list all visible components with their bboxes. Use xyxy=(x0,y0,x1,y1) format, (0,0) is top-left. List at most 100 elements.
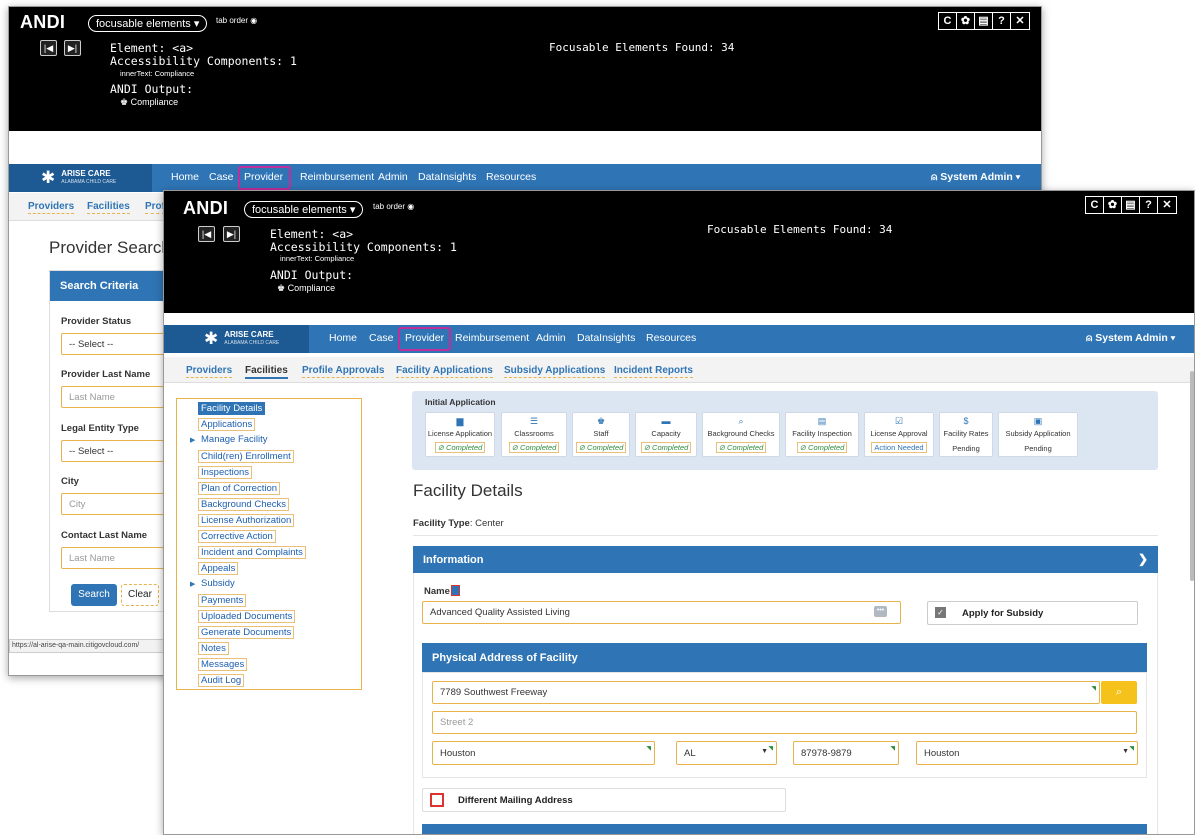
scrollbar[interactable] xyxy=(1190,371,1194,581)
ellipsis-icon[interactable]: ••• xyxy=(874,606,887,617)
contact-lastname-input[interactable]: Last Name xyxy=(61,547,171,569)
caret-down-icon: ▼ xyxy=(1122,748,1129,755)
close-icon[interactable]: ✕ xyxy=(1011,13,1029,29)
sidebar-item-plan-of-correction[interactable]: Plan of Correction xyxy=(198,482,281,495)
facility-type: Facility Type: Center xyxy=(413,518,504,529)
subtab-profile-approvals[interactable]: Profile Approvals xyxy=(302,365,385,378)
sidebar-item-background-checks[interactable]: Background Checks xyxy=(198,498,290,511)
nav-home[interactable]: Home xyxy=(329,332,357,344)
nav-resources[interactable]: Resources xyxy=(486,171,536,183)
search-button[interactable]: Search xyxy=(71,584,117,606)
nav-reimbursement[interactable]: Reimbursement xyxy=(455,332,529,344)
sidebar-item-manage-facility[interactable]: Manage Facility xyxy=(199,434,270,445)
subtab-facilities[interactable]: Facilities xyxy=(245,365,288,379)
step-background-checks[interactable]: ⌕ Background Checks ⊘ Completed xyxy=(702,412,780,457)
city-input[interactable]: Houston ◥ xyxy=(432,741,655,765)
subtab-incident-reports[interactable]: Incident Reports xyxy=(614,365,693,378)
step-license-application[interactable]: ▆ License Application ⊘ Completed xyxy=(425,412,495,457)
county-select[interactable]: Houston ▼ ◥ xyxy=(916,741,1138,765)
andi-next-button[interactable]: ▶| xyxy=(223,226,240,242)
nav-home[interactable]: Home xyxy=(171,171,199,183)
close-icon[interactable]: ✕ xyxy=(1158,197,1176,213)
step-facility-rates[interactable]: $ Facility Rates Pending xyxy=(939,412,993,457)
user-menu[interactable]: ⍝ System Admin ▾ xyxy=(931,171,1020,184)
subtab-facility-applications[interactable]: Facility Applications xyxy=(396,365,493,378)
nav-case[interactable]: Case xyxy=(209,171,234,183)
andi-next-button[interactable]: ▶| xyxy=(64,40,81,56)
sidebar-item-facility-details[interactable]: Facility Details xyxy=(198,402,266,415)
apply-subsidy-toggle[interactable]: ✓ Apply for Subsidy xyxy=(927,601,1138,625)
nav-reimbursement[interactable]: Reimbursement xyxy=(300,171,374,183)
sidebar-item-appeals[interactable]: Appeals xyxy=(198,562,239,575)
tab-order-toggle[interactable]: tab order ◉ xyxy=(216,16,257,25)
step-facility-inspection[interactable]: ▤ Facility Inspection ⊘ Completed xyxy=(785,412,859,457)
provider-lastname-input[interactable]: Last Name xyxy=(61,386,171,408)
nav-admin[interactable]: Admin xyxy=(536,332,566,344)
help-icon[interactable]: ? xyxy=(993,13,1011,29)
document-icon: ▆ xyxy=(456,416,464,426)
andi-output-label: ANDI Output: xyxy=(270,268,354,282)
state-select[interactable]: AL ▼ ◥ xyxy=(676,741,777,765)
list-icon[interactable]: ▤ xyxy=(975,13,993,29)
sidebar-item-notes[interactable]: Notes xyxy=(198,642,229,655)
help-icon[interactable]: ? xyxy=(1140,197,1158,213)
nav-resources[interactable]: Resources xyxy=(646,332,696,344)
tab-order-toggle[interactable]: tab order ◉ xyxy=(373,202,414,211)
info-icon[interactable] xyxy=(450,585,460,596)
andi-prev-button[interactable]: |◀ xyxy=(198,226,215,242)
checkbox-icon xyxy=(430,793,444,807)
subtab-providers[interactable]: Providers xyxy=(186,365,233,378)
provider-status-select[interactable]: -- Select -- xyxy=(61,333,171,355)
sidebar-item-children-enrollment[interactable]: Child(ren) Enrollment xyxy=(198,450,294,463)
sidebar-item-payments[interactable]: Payments xyxy=(198,594,247,607)
sidebar-item-inspections[interactable]: Inspections xyxy=(198,466,253,479)
clear-button[interactable]: Clear xyxy=(121,584,159,606)
subtab-subsidy-applications[interactable]: Subsidy Applications xyxy=(504,365,606,378)
star-logo-icon: ✱ xyxy=(41,168,56,187)
city-label: City xyxy=(61,476,79,487)
step-capacity[interactable]: ▬ Capacity ⊘ Completed xyxy=(635,412,697,457)
user-menu[interactable]: ⍝ System Admin ▾ xyxy=(1086,332,1175,345)
list-icon[interactable]: ▤ xyxy=(1122,197,1140,213)
sidebar-item-audit-log[interactable]: Audit Log xyxy=(198,674,245,687)
sidebar-item-incident-complaints[interactable]: Incident and Complaints xyxy=(198,546,306,559)
step-subsidy-application[interactable]: ▣ Subsidy Application Pending xyxy=(998,412,1078,457)
arise-logo[interactable]: ✱ ARISE CARE ALABAMA CHILD CARE xyxy=(164,325,309,353)
zip-input[interactable]: 87978-9879 ◥ xyxy=(793,741,899,765)
street1-input[interactable]: 7789 Southwest Freeway ◥ xyxy=(432,681,1100,704)
gear-icon[interactable]: ✿ xyxy=(957,13,975,29)
nav-case[interactable]: Case xyxy=(369,332,394,344)
arise-logo[interactable]: ✱ ARISE CARE ALABAMA CHILD CARE xyxy=(9,164,152,192)
different-mailing-toggle[interactable]: Different Mailing Address xyxy=(422,788,786,812)
legal-entity-select[interactable]: -- Select -- xyxy=(61,440,171,462)
step-staff[interactable]: ♚ Staff ⊘ Completed xyxy=(572,412,630,457)
step-classrooms[interactable]: ☰ Classrooms ⊘ Completed xyxy=(501,412,567,457)
sidebar-item-applications[interactable]: Applications xyxy=(198,418,256,431)
refresh-icon[interactable]: C xyxy=(1086,197,1104,213)
sidebar-item-subsidy[interactable]: Subsidy xyxy=(199,578,237,589)
andi-prev-button[interactable]: |◀ xyxy=(40,40,57,56)
subtab-profile[interactable]: Prof xyxy=(145,201,165,214)
andi-mode-select[interactable]: focusable elements ▾ xyxy=(244,201,364,218)
information-header[interactable]: Information ❯ xyxy=(413,546,1158,573)
sidebar-item-corrective-action[interactable]: Corrective Action xyxy=(198,530,276,543)
sidebar-item-messages[interactable]: Messages xyxy=(198,658,248,671)
step-license-approval[interactable]: ☑ License Approval Action Needed xyxy=(864,412,934,457)
refresh-icon[interactable]: C xyxy=(939,13,957,29)
sidebar-item-uploaded-documents[interactable]: Uploaded Documents xyxy=(198,610,296,623)
andi-mode-select[interactable]: focusable elements ▾ xyxy=(88,15,208,32)
sidebar-item-generate-documents[interactable]: Generate Documents xyxy=(198,626,295,639)
nav-datainsights[interactable]: DataInsights xyxy=(418,171,476,183)
street2-input[interactable]: Street 2 xyxy=(432,711,1137,734)
subtab-providers[interactable]: Providers xyxy=(28,201,75,214)
facility-name-input[interactable]: Advanced Quality Assisted Living xyxy=(422,601,901,624)
subtab-facilities[interactable]: Facilities xyxy=(87,201,130,214)
gear-icon[interactable]: ✿ xyxy=(1104,197,1122,213)
nav-datainsights[interactable]: DataInsights xyxy=(577,332,635,344)
sidebar-item-license-authorization[interactable]: License Authorization xyxy=(198,514,295,527)
nav-provider[interactable]: Provider xyxy=(405,332,444,344)
nav-admin[interactable]: Admin xyxy=(378,171,408,183)
search-icon[interactable]: ⌕ xyxy=(1101,681,1137,704)
city-input[interactable]: City xyxy=(61,493,171,515)
nav-provider[interactable]: Provider xyxy=(244,171,283,183)
